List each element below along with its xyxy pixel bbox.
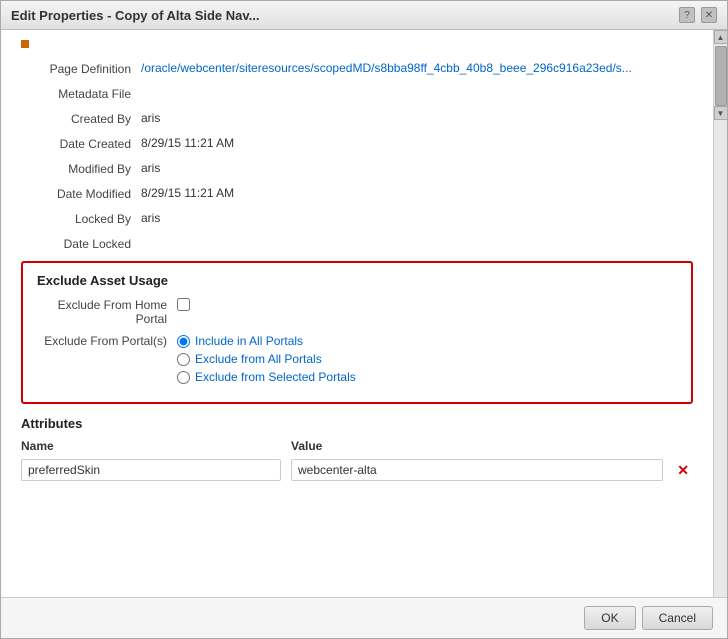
- header-icons: ? ✕: [679, 7, 717, 23]
- name-column-header: Name: [21, 439, 281, 453]
- edit-properties-dialog: Edit Properties - Copy of Alta Side Nav.…: [0, 0, 728, 639]
- attribute-value-input[interactable]: [291, 459, 663, 481]
- dialog-footer: OK Cancel: [1, 597, 727, 638]
- modified-by-value: aris: [141, 161, 693, 175]
- exclude-portals-label: Exclude From Portal(s): [37, 334, 177, 348]
- attributes-section: Attributes Name Value ✕: [21, 416, 693, 481]
- exclude-all-portals-option: Exclude from All Portals: [177, 352, 356, 366]
- exclude-home-portal-checkbox[interactable]: [177, 298, 190, 311]
- exclude-selected-portals-label[interactable]: Exclude from Selected Portals: [195, 370, 356, 384]
- dialog-body: Page Definition /oracle/webcenter/sitere…: [1, 30, 727, 597]
- attributes-title: Attributes: [21, 416, 693, 431]
- ok-button[interactable]: OK: [584, 606, 635, 630]
- exclude-portals-row: Exclude From Portal(s) Include in All Po…: [37, 334, 677, 384]
- page-definition-value: /oracle/webcenter/siteresources/scopedMD…: [141, 61, 693, 75]
- help-button[interactable]: ?: [679, 7, 695, 23]
- metadata-file-row: Metadata File: [21, 86, 693, 101]
- exclude-home-portal-row: Exclude From Home Portal: [37, 298, 677, 326]
- value-column-header: Value: [291, 439, 693, 453]
- exclude-section-title: Exclude Asset Usage: [37, 273, 677, 288]
- dialog-title: Edit Properties - Copy of Alta Side Nav.…: [11, 8, 260, 23]
- created-by-label: Created By: [21, 111, 141, 126]
- date-created-row: Date Created 8/29/15 11:21 AM: [21, 136, 693, 151]
- locked-by-label: Locked By: [21, 211, 141, 226]
- portals-radio-group: Include in All Portals Exclude from All …: [177, 334, 356, 384]
- page-definition-row: Page Definition /oracle/webcenter/sitere…: [21, 61, 693, 76]
- exclude-home-portal-checkbox-container: [177, 298, 190, 311]
- section-marker: [21, 40, 29, 48]
- scrollbar-up-button[interactable]: ▲: [714, 30, 728, 44]
- exclude-all-portals-radio[interactable]: [177, 353, 190, 366]
- include-all-portals-radio[interactable]: [177, 335, 190, 348]
- date-created-value: 8/29/15 11:21 AM: [141, 136, 693, 150]
- include-all-portals-option: Include in All Portals: [177, 334, 356, 348]
- metadata-file-label: Metadata File: [21, 86, 141, 101]
- dialog-header: Edit Properties - Copy of Alta Side Nav.…: [1, 1, 727, 30]
- date-modified-row: Date Modified 8/29/15 11:21 AM: [21, 186, 693, 201]
- modified-by-label: Modified By: [21, 161, 141, 176]
- exclude-all-portals-label[interactable]: Exclude from All Portals: [195, 352, 322, 366]
- scrollbar-track: ▲ ▼: [713, 30, 727, 597]
- page-definition-label: Page Definition: [21, 61, 141, 76]
- date-modified-label: Date Modified: [21, 186, 141, 201]
- exclude-home-portal-label: Exclude From Home Portal: [37, 298, 177, 326]
- date-modified-value: 8/29/15 11:21 AM: [141, 186, 693, 200]
- created-by-value: aris: [141, 111, 693, 125]
- date-created-label: Date Created: [21, 136, 141, 151]
- attribute-name-input[interactable]: [21, 459, 281, 481]
- delete-attribute-button[interactable]: ✕: [673, 462, 693, 479]
- scrollbar-thumb[interactable]: [715, 46, 727, 106]
- close-button[interactable]: ✕: [701, 7, 717, 23]
- scrollbar-down-button[interactable]: ▼: [714, 106, 728, 120]
- exclude-selected-portals-option: Exclude from Selected Portals: [177, 370, 356, 384]
- attribute-row: ✕: [21, 459, 693, 481]
- locked-by-value: aris: [141, 211, 693, 225]
- exclude-selected-portals-radio[interactable]: [177, 371, 190, 384]
- created-by-row: Created By aris: [21, 111, 693, 126]
- locked-by-row: Locked By aris: [21, 211, 693, 226]
- cancel-button[interactable]: Cancel: [642, 606, 713, 630]
- exclude-asset-usage-section: Exclude Asset Usage Exclude From Home Po…: [21, 261, 693, 404]
- attributes-column-headers: Name Value: [21, 439, 693, 453]
- include-all-portals-label[interactable]: Include in All Portals: [195, 334, 303, 348]
- date-locked-label: Date Locked: [21, 236, 141, 251]
- modified-by-row: Modified By aris: [21, 161, 693, 176]
- date-locked-row: Date Locked: [21, 236, 693, 251]
- main-content: Page Definition /oracle/webcenter/sitere…: [1, 30, 713, 597]
